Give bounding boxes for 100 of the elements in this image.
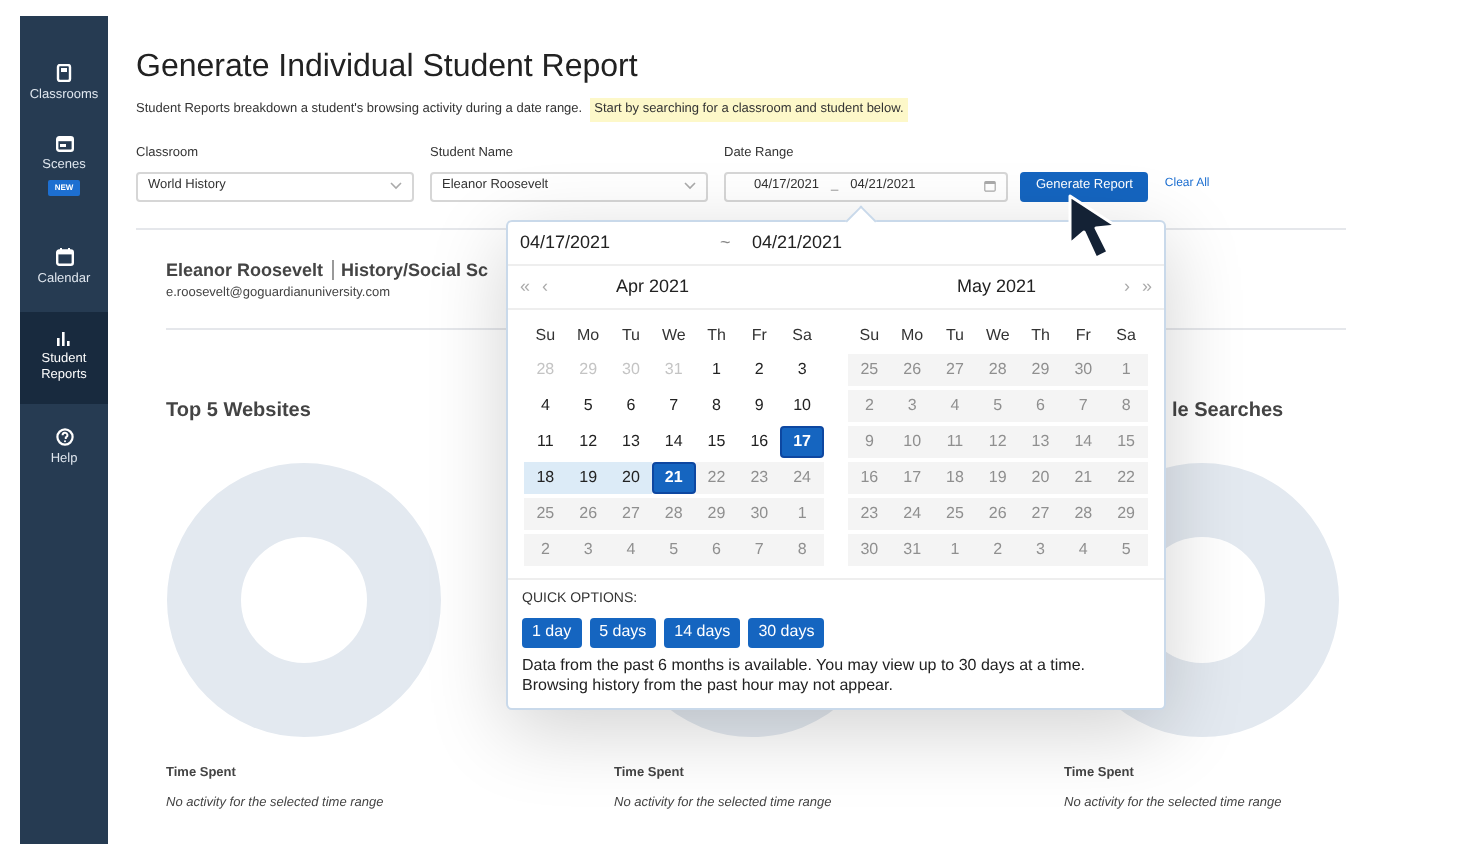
student-name: Eleanor Roosevelt: [166, 257, 324, 283]
calendar-day: 31: [890, 534, 934, 566]
calendar-day: 1: [933, 534, 977, 566]
calendar-day[interactable]: 1: [695, 354, 738, 386]
calendar-day[interactable]: 18: [524, 462, 567, 494]
calendar-day: 15: [1104, 426, 1148, 458]
calendar-day: 25: [848, 354, 891, 386]
calendar-day: 27: [609, 498, 653, 530]
calendar-day[interactable]: 10: [780, 390, 824, 422]
calendar-day: 10: [890, 426, 934, 458]
calendar-day: 24: [890, 498, 934, 530]
calendar-day: 27: [933, 354, 977, 386]
weekday-label: Mo: [899, 324, 926, 348]
calendar-day: 29: [695, 498, 738, 530]
calendar-day[interactable]: 9: [737, 390, 781, 422]
calendar-day: 28: [976, 354, 1020, 386]
weekday-label: Th: [705, 324, 728, 348]
calendar-day: 7: [1061, 390, 1105, 422]
calendar-day: 30: [1061, 354, 1105, 386]
weekday-label: We: [983, 324, 1012, 348]
calendar-day: 8: [780, 534, 824, 566]
calendar-day: 28: [652, 498, 696, 530]
calendar-day: 19: [976, 462, 1020, 494]
weekday-label: Th: [1029, 324, 1052, 348]
calendar-day: 4: [609, 534, 653, 566]
calendar-icon: [984, 180, 996, 192]
calendar-day: 4: [933, 390, 977, 422]
calendar-day[interactable]: 6: [609, 390, 653, 422]
calendar-day[interactable]: 5: [566, 390, 610, 422]
help-icon: [55, 428, 73, 446]
calendar-day[interactable]: 8: [695, 390, 738, 422]
calendar-day: 25: [524, 498, 567, 530]
calendar-day[interactable]: 16: [737, 426, 781, 458]
quick-option-button[interactable]: 5 days: [589, 617, 657, 647]
calendar-day: 14: [1061, 426, 1105, 458]
calendar-day: 5: [976, 390, 1020, 422]
calendar-day: 23: [848, 498, 891, 530]
page-title: Generate Individual Student Report: [136, 48, 638, 88]
end-date-input[interactable]: 04/21/2021: [752, 229, 843, 257]
calendar-day: 29: [1019, 354, 1062, 386]
calendar-day: 12: [976, 426, 1020, 458]
calendar-day: 30: [848, 534, 891, 566]
calendar-day: 30: [609, 354, 653, 386]
start-date-input[interactable]: 04/17/2021: [520, 229, 720, 257]
panel-title: Top 5 Websites: [166, 397, 311, 422]
calendar-day: 8: [1104, 390, 1148, 422]
calendar-day: 1: [1104, 354, 1148, 386]
calendar-day[interactable]: 7: [652, 390, 696, 422]
calendar-day[interactable]: 17: [780, 426, 824, 458]
calendar-day: 6: [695, 534, 738, 566]
calendar-day: 3: [890, 390, 934, 422]
weekday-label: Fr: [749, 324, 769, 348]
quick-option-button[interactable]: 14 days: [664, 617, 741, 647]
calendar-day: 28: [1061, 498, 1105, 530]
calendar-day: 9: [848, 426, 891, 458]
calendar-day[interactable]: 14: [652, 426, 696, 458]
calendar-day: 27: [1019, 498, 1062, 530]
calendar-day: 24: [780, 462, 824, 494]
weekday-label: Sa: [1114, 324, 1138, 348]
weekday-label: Su: [533, 324, 558, 348]
calendar-day[interactable]: 21: [652, 462, 696, 494]
calendar-day[interactable]: 12: [566, 426, 610, 458]
calendar-day: 20: [1019, 462, 1062, 494]
calendar-day: 7: [737, 534, 781, 566]
calendar-day: 4: [1061, 534, 1105, 566]
calendar-day: 16: [848, 462, 891, 494]
calendar-day: 3: [566, 534, 610, 566]
quick-option-button[interactable]: 1 day: [522, 617, 582, 647]
calendar-day[interactable]: 11: [524, 426, 567, 458]
calendar-icon: [55, 248, 73, 266]
calendar-day: 25: [933, 498, 977, 530]
calendar-day[interactable]: 19: [566, 462, 610, 494]
calendar-day: 29: [566, 354, 610, 386]
calendar-day: 22: [695, 462, 738, 494]
calendar-day[interactable]: 4: [524, 390, 567, 422]
calendar-day: 23: [737, 462, 781, 494]
calendar-day: 30: [737, 498, 781, 530]
range-separator: ~: [720, 229, 733, 256]
chevron-down-icon: [390, 182, 402, 190]
calendar-day[interactable]: 3: [780, 354, 824, 386]
weekday-label: Tu: [943, 324, 966, 348]
window-icon: [55, 136, 73, 152]
class-subject: History/Social Sc: [341, 257, 489, 284]
calendar-day[interactable]: 13: [609, 426, 653, 458]
calendar-day: 18: [933, 462, 977, 494]
weekday-label: Fr: [1073, 324, 1093, 348]
calendar-day: 2: [524, 534, 567, 566]
month-title: Apr 2021: [616, 273, 690, 300]
weekday-label: Su: [857, 324, 882, 348]
calendar-day[interactable]: 15: [695, 426, 738, 458]
info-text: Data from the past 6 months is available. You may view up to 30 days at a time. Browsing history from the past hour may not appear.: [522, 655, 1087, 697]
calendar-day[interactable]: 2: [737, 354, 781, 386]
calendar-day: 28: [524, 354, 567, 386]
calendar-day: 29: [1104, 498, 1148, 530]
calendar-day: 3: [1019, 534, 1062, 566]
calendar-day: 26: [566, 498, 610, 530]
chevron-down-icon: [684, 182, 696, 190]
bar-chart-icon: [56, 332, 72, 346]
calendar-day[interactable]: 20: [609, 462, 653, 494]
quick-option-button[interactable]: 30 days: [748, 617, 825, 647]
